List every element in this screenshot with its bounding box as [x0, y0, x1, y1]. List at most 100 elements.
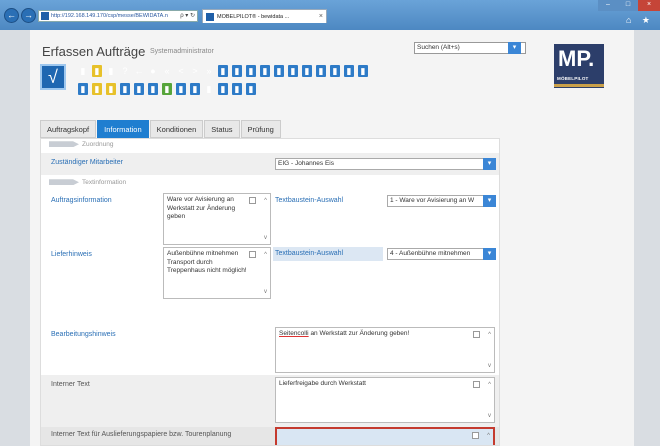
tools-icon[interactable]: ▮	[260, 65, 270, 77]
chain-icon[interactable]: ▮	[288, 65, 298, 77]
auftragsinfo-textarea[interactable]: Ware vor Avisierung an Werkstatt zur Änd…	[163, 193, 271, 245]
app-window: Erfassen Aufträge Systemadministrator Su…	[30, 30, 634, 446]
scroll-down-icon[interactable]: v	[488, 412, 491, 421]
auftragsinfo-checkbox[interactable]	[249, 197, 256, 204]
help-icon[interactable]: ?	[120, 65, 130, 77]
mitarbeiter-select[interactable]: EIG - Johannes Eis	[275, 158, 495, 170]
textbaustein2-dropdown-button[interactable]: ▾	[483, 248, 496, 260]
logo-stripe	[554, 84, 604, 87]
document-star-icon[interactable]: ▮	[92, 65, 102, 77]
undo-icon[interactable]: ←	[134, 65, 144, 77]
prev-icon[interactable]: <	[176, 65, 186, 77]
pen-icon[interactable]: ▮	[176, 83, 186, 95]
browser-tab-active[interactable]: MÖBELPILOT® - bewidata ... ×	[202, 9, 327, 23]
address-bar[interactable]: http://192.168.149.170/csp/messe/BEWIDAT…	[38, 10, 198, 22]
doc-c-icon[interactable]: ▮	[330, 65, 340, 77]
doc-a-icon[interactable]: ▮	[302, 65, 312, 77]
tab-pr-fung[interactable]: Prüfung	[240, 120, 281, 138]
home-star-icons[interactable]: ⌂ ★	[626, 15, 654, 26]
form-tabs: Auftragskopf Information Konditionen Status…	[40, 120, 281, 138]
scroll-up-icon[interactable]: ^	[488, 381, 491, 390]
intern-checkbox[interactable]	[473, 381, 480, 388]
tab-close-icon[interactable]: ×	[319, 13, 323, 20]
doc-blue-icon[interactable]: ▮	[218, 65, 228, 77]
trash-icon[interactable]: ▮	[106, 65, 116, 77]
scroll-down-icon[interactable]: v	[488, 362, 491, 371]
image-icon[interactable]: ▮	[246, 83, 256, 95]
chart-icon[interactable]: ▮	[162, 83, 172, 95]
scroll-up-icon[interactable]: ^	[487, 432, 490, 441]
auftragsinfo-text: Ware vor Avisierung an Werkstatt zur Änd…	[167, 196, 236, 220]
next-icon[interactable]: >	[190, 65, 200, 77]
section-arrow-icon	[49, 141, 79, 148]
last-icon[interactable]: »	[204, 65, 214, 77]
doc-stack-icon[interactable]: ▮	[246, 65, 256, 77]
search-dropdown-button[interactable]: ▾	[508, 42, 521, 54]
doc-b-icon[interactable]: ▮	[316, 65, 326, 77]
lieferhinweis-text: Außenbühne mitnehmen Transport durch Tre…	[167, 250, 247, 274]
tab-information[interactable]: Information	[97, 120, 149, 138]
auslieferung-checkbox[interactable]	[472, 432, 479, 439]
textbaustein2-label: Textbaustein-Auswahl	[275, 250, 344, 257]
doc-list-icon[interactable]: ▮	[120, 83, 130, 95]
bearbeitung-textarea[interactable]: Seitencolli an Werkstatt zur Änderung ge…	[275, 327, 495, 373]
doc-yellow-icon[interactable]: ▮	[92, 83, 102, 95]
tab-auftragskopf[interactable]: Auftragskopf	[40, 120, 97, 138]
lieferhinweis-checkbox[interactable]	[249, 251, 256, 258]
app-header: Erfassen Aufträge Systemadministrator Su…	[30, 30, 634, 118]
section-zuordnung-label: Zuordnung	[82, 141, 114, 148]
lieferhinweis-label: Lieferhinweis	[51, 251, 92, 258]
bearbeitung-underlined: Seitencolli	[279, 330, 309, 337]
doc-n-icon[interactable]: ▮	[190, 83, 200, 95]
tab-konditionen[interactable]: Konditionen	[149, 120, 204, 138]
monitor-icon[interactable]: ▮	[218, 83, 228, 95]
left-gutter	[0, 30, 30, 446]
auslieferung-textarea[interactable]: ^	[275, 427, 495, 445]
auftragsinfo-label: Auftragsinformation	[51, 197, 112, 204]
doc-e-icon[interactable]: ▮	[358, 65, 368, 77]
address-controls[interactable]: ρ ▾ ↻	[180, 12, 195, 19]
mitarbeiter-label: Zuständiger Mitarbeiter	[51, 159, 123, 166]
scroll-up-icon[interactable]: ^	[264, 251, 267, 260]
back-button[interactable]: ←	[4, 8, 19, 23]
toolbar-row-1: ▮ ▮ ▮? ← ● « < > » ▮ ▮ ▮ ▮ ▮ ▮ ▮ ▮ ▮ ▮ ▮	[78, 64, 498, 78]
scroll-down-icon[interactable]: v	[264, 288, 267, 297]
table-icon[interactable]: ▮	[134, 83, 144, 95]
browser-tab-title: MÖBELPILOT® - bewidata ...	[217, 13, 290, 20]
save-check-button[interactable]: √	[40, 64, 66, 90]
intern-text: Lieferfreigabe durch Werkstatt	[279, 380, 366, 387]
intern-textarea[interactable]: Lieferfreigabe durch Werkstatt ^ v	[275, 377, 495, 423]
group-icon[interactable]: ▮	[106, 83, 116, 95]
tab-status[interactable]: Status	[204, 120, 240, 138]
textbaustein2-select[interactable]: 4 - Außenbühne mitnehmen	[387, 248, 495, 260]
section-textinformation[interactable]: Textinformation	[49, 179, 126, 189]
printer-icon[interactable]: ▮	[204, 83, 214, 95]
scroll-up-icon[interactable]: ^	[488, 331, 491, 340]
intern-label: Interner Text	[51, 381, 90, 388]
doc-gear-icon[interactable]: ▮	[232, 83, 242, 95]
doc-arrow-icon[interactable]: ▮	[78, 83, 88, 95]
textbaustein1-dropdown-button[interactable]: ▾	[483, 195, 496, 207]
scroll-up-icon[interactable]: ^	[264, 197, 267, 206]
forward-button[interactable]: →	[21, 8, 36, 23]
right-gutter	[634, 30, 660, 446]
doc-search-icon[interactable]: ▮	[232, 65, 242, 77]
scroll-down-icon[interactable]: v	[264, 234, 267, 243]
lieferhinweis-textarea[interactable]: Außenbühne mitnehmen Transport durch Tre…	[163, 247, 271, 299]
tools2-icon[interactable]: ▮	[274, 65, 284, 77]
search-icon[interactable]: ●	[148, 65, 158, 77]
first-icon[interactable]: «	[162, 65, 172, 77]
window-maximize-button[interactable]: □	[618, 0, 638, 11]
doc-up-icon[interactable]: ▮	[148, 83, 158, 95]
window-minimize-button[interactable]: –	[598, 0, 618, 11]
section-zuordnung[interactable]: Zuordnung	[49, 141, 113, 151]
logo-mp: MP.	[558, 46, 595, 71]
bearbeitung-text-wrap: Seitencolli an Werkstatt zur Änderung ge…	[279, 330, 449, 339]
window-close-button[interactable]: ×	[638, 0, 660, 11]
textbaustein1-select[interactable]: 1 - Ware vor Avisierung an W	[387, 195, 495, 207]
document-icon[interactable]: ▮	[78, 65, 88, 77]
doc-d-icon[interactable]: ▮	[344, 65, 354, 77]
mitarbeiter-dropdown-button[interactable]: ▾	[483, 158, 496, 170]
bearbeitung-checkbox[interactable]	[473, 331, 480, 338]
toolbar-row-2: ▮ ▮ ▮ ▮ ▮ ▮ ▮ ▮ ▮ ▮ ▮ ▮ ▮	[78, 82, 498, 96]
